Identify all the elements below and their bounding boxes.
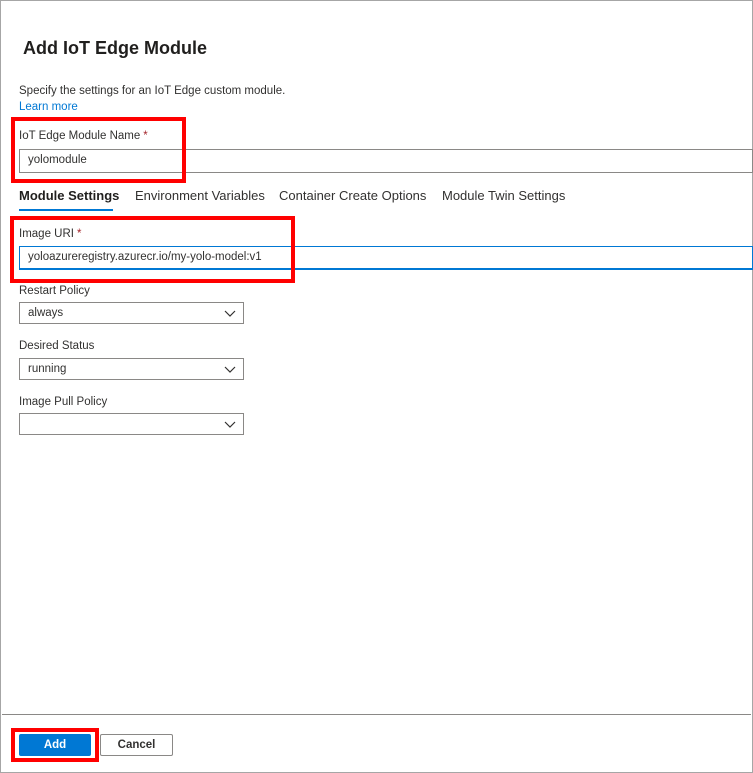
panel-frame xyxy=(0,0,753,773)
restart-policy-dropdown[interactable]: always xyxy=(19,302,244,324)
image-pull-policy-label: Image Pull Policy xyxy=(19,396,108,408)
desired-status-value: running xyxy=(28,363,67,375)
chevron-down-icon xyxy=(224,366,236,373)
chevron-down-icon xyxy=(224,421,236,428)
required-mark: * xyxy=(76,228,82,240)
panel-description: Specify the settings for an IoT Edge cus… xyxy=(19,85,286,97)
image-uri-label: Image URI * xyxy=(19,228,81,240)
cancel-button[interactable]: Cancel xyxy=(100,734,173,756)
module-name-input[interactable]: yolomodule xyxy=(19,149,753,173)
restart-policy-label: Restart Policy xyxy=(19,285,90,297)
module-name-label-text: IoT Edge Module Name xyxy=(19,130,141,142)
desired-status-dropdown[interactable]: running xyxy=(19,358,244,380)
desired-status-label: Desired Status xyxy=(19,340,95,352)
required-mark: * xyxy=(143,130,148,142)
image-pull-policy-dropdown[interactable] xyxy=(19,413,244,435)
image-uri-input[interactable]: yoloazureregistry.azurecr.io/my-yolo-mod… xyxy=(19,246,753,270)
tab-environment-variables[interactable]: Environment Variables xyxy=(135,188,265,203)
tab-module-settings[interactable]: Module Settings xyxy=(19,188,119,203)
learn-more-link[interactable]: Learn more xyxy=(19,101,78,113)
add-button[interactable]: Add xyxy=(19,734,91,756)
tab-module-twin-settings[interactable]: Module Twin Settings xyxy=(442,188,565,203)
active-tab-underline xyxy=(19,209,113,211)
tab-container-create-options[interactable]: Container Create Options xyxy=(279,188,426,203)
image-uri-label-text: Image URI xyxy=(19,228,74,240)
restart-policy-value: always xyxy=(28,307,64,319)
module-name-label: IoT Edge Module Name * xyxy=(19,130,148,142)
footer-divider xyxy=(2,714,751,715)
panel-title: Add IoT Edge Module xyxy=(23,38,207,58)
chevron-down-icon xyxy=(224,310,236,317)
